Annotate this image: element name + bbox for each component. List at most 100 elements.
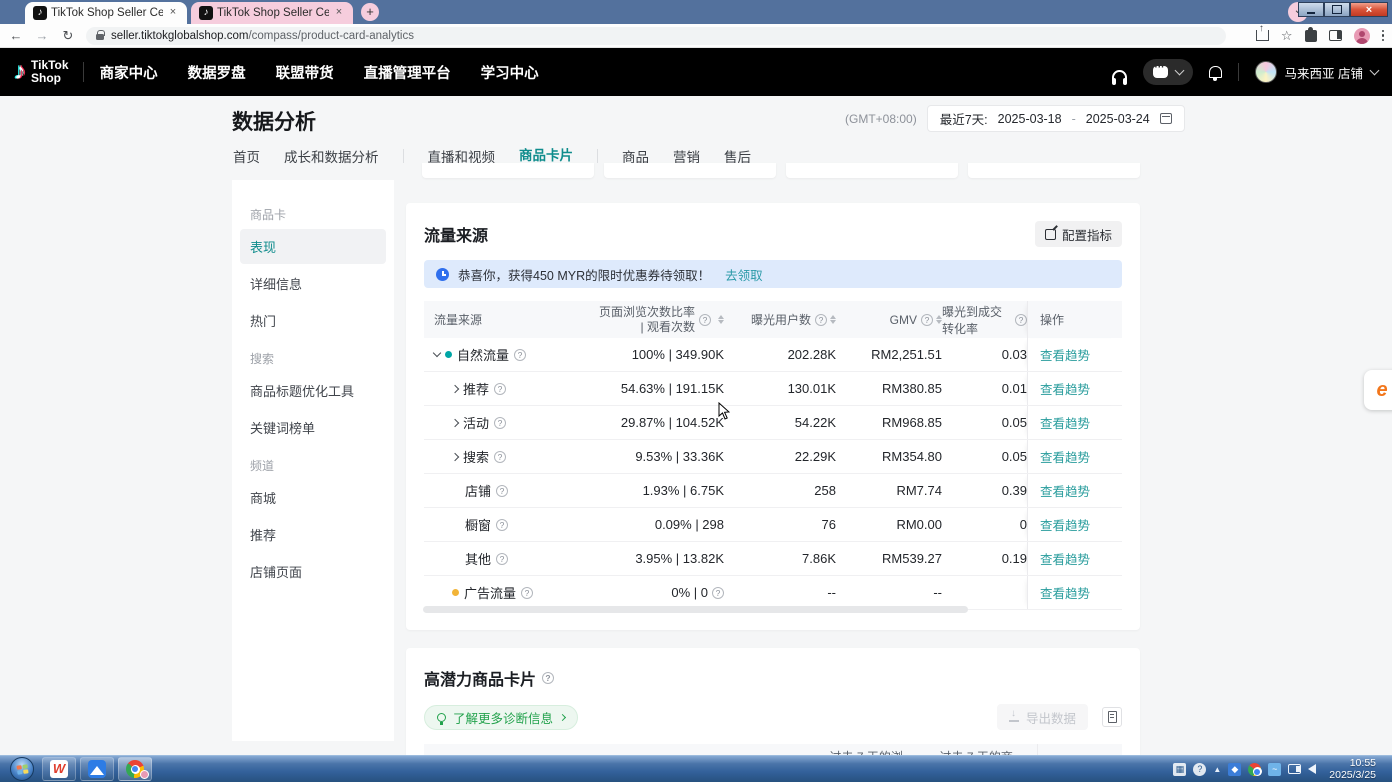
forward-button[interactable]: →: [34, 28, 50, 43]
tiktok-shop-logo[interactable]: TikTokShop: [14, 58, 69, 86]
view-trend-link[interactable]: 查看趋势: [1040, 515, 1090, 534]
floating-helper-widget[interactable]: [1364, 370, 1392, 410]
windows-flag-icon: [16, 764, 28, 774]
tray-expand-icon[interactable]: [1213, 765, 1221, 774]
info-icon[interactable]: [699, 314, 711, 326]
sidebar-item-performance[interactable]: 表现: [240, 229, 386, 264]
horizontal-scrollbar[interactable]: [423, 606, 968, 613]
table-row-activity: 活动 29.87% | 104.52K 54.22K RM968.85 0.05…: [424, 406, 1122, 440]
view-trend-link[interactable]: 查看趋势: [1040, 447, 1090, 466]
back-button[interactable]: ←: [8, 28, 24, 43]
info-icon[interactable]: [521, 587, 533, 599]
info-icon[interactable]: [494, 451, 506, 463]
tray-toolbox-icon[interactable]: ▦: [1173, 763, 1186, 776]
collapse-caret-icon[interactable]: [433, 349, 441, 357]
browser-tab-active[interactable]: ♪ TikTok Shop Seller Center | Cr: [25, 2, 187, 24]
tray-app-blue-icon[interactable]: ◆: [1228, 763, 1241, 776]
info-icon[interactable]: [1015, 314, 1027, 326]
browser-tab-inactive[interactable]: ♪ TikTok Shop Seller Center | Cr: [191, 2, 353, 24]
address-bar[interactable]: seller.tiktokglobalshop.com/compass/prod…: [86, 27, 1226, 45]
lock-icon: [96, 34, 104, 40]
sidebar-item-trending[interactable]: 热门: [240, 303, 386, 338]
tab-home[interactable]: 首页: [233, 146, 260, 175]
configure-metrics-button[interactable]: 配置指标: [1035, 221, 1122, 247]
info-icon[interactable]: [496, 519, 508, 531]
new-tab-button[interactable]: [361, 3, 379, 21]
table-row-showcase: 橱窗 0.09% | 298 76 RM0.00 0 查看趋势: [424, 508, 1122, 542]
info-icon[interactable]: [496, 553, 508, 565]
sidebar-item-mall[interactable]: 商城: [240, 480, 386, 515]
expand-caret-icon[interactable]: [451, 452, 459, 460]
chevron-right-icon: [559, 713, 566, 720]
info-icon[interactable]: [712, 587, 724, 599]
ads-dot-icon: [452, 589, 459, 596]
sidebar-section-channel: 频道: [240, 451, 386, 478]
side-panel-icon[interactable]: [1329, 30, 1342, 41]
bookmark-star-icon[interactable]: [1281, 28, 1293, 44]
sidebar-item-details[interactable]: 详细信息: [240, 266, 386, 301]
nav-item-affiliate[interactable]: 联盟带货: [276, 62, 334, 83]
tab-growth-analytics[interactable]: 成长和数据分析: [284, 146, 379, 175]
url-text: seller.tiktokglobalshop.com/compass/prod…: [111, 30, 414, 42]
date-end: 2025-03-24: [1086, 112, 1150, 126]
date-range-picker[interactable]: 最近7天: 2025-03-18 - 2025-03-24: [927, 105, 1185, 132]
sidebar-item-shop-page[interactable]: 店铺页面: [240, 554, 386, 589]
view-trend-link[interactable]: 查看趋势: [1040, 583, 1090, 602]
expand-caret-icon[interactable]: [451, 418, 459, 426]
view-trend-link[interactable]: 查看趋势: [1040, 379, 1090, 398]
info-icon[interactable]: [496, 485, 508, 497]
info-icon[interactable]: [494, 383, 506, 395]
browser-menu-icon[interactable]: [1382, 30, 1385, 42]
info-icon[interactable]: [494, 417, 506, 429]
taskbar-wps-icon[interactable]: [42, 757, 76, 781]
metric-card-cut: [786, 163, 958, 178]
sidebar-item-recommend[interactable]: 推荐: [240, 517, 386, 552]
table-row-shop: 店铺 1.93% | 6.75K 258 RM7.74 0.39 查看趋势: [424, 474, 1122, 508]
store-switcher[interactable]: 马来西亚 店铺: [1255, 61, 1378, 83]
info-icon[interactable]: [514, 349, 526, 361]
info-icon[interactable]: [921, 314, 933, 326]
view-trend-link[interactable]: 查看趋势: [1040, 481, 1090, 500]
claim-coupon-link[interactable]: 去领取: [725, 265, 763, 284]
tab-close-icon[interactable]: [333, 7, 345, 19]
notifications-bell-icon[interactable]: [1209, 66, 1222, 78]
nav-item-seller-center[interactable]: 商家中心: [100, 62, 158, 83]
tiktok-top-nav: TikTokShop 商家中心 数据罗盘 联盟带货 直播管理平台 学习中心 马来…: [0, 48, 1392, 96]
view-trend-link[interactable]: 查看趋势: [1040, 345, 1090, 364]
extensions-icon[interactable]: [1305, 30, 1317, 42]
organic-dot-icon: [445, 351, 452, 358]
sidebar-section-search: 搜索: [240, 344, 386, 371]
sidebar-item-keyword-ranking[interactable]: 关键词榜单: [240, 410, 386, 445]
export-data-button[interactable]: 导出数据: [997, 704, 1088, 730]
tray-help-icon[interactable]: ?: [1193, 763, 1206, 776]
nav-item-learning-center[interactable]: 学习中心: [481, 62, 539, 83]
window-close-button[interactable]: [1350, 2, 1388, 17]
sidebar-item-title-optimizer[interactable]: 商品标题优化工具: [240, 373, 386, 408]
messages-pill[interactable]: [1143, 59, 1193, 85]
refresh-button[interactable]: ↻: [60, 28, 76, 44]
speaker-icon[interactable]: [1308, 764, 1316, 774]
nav-item-data-compass[interactable]: 数据罗盘: [188, 62, 246, 83]
info-icon[interactable]: [815, 314, 827, 326]
start-button[interactable]: [10, 757, 34, 781]
message-bubble-icon: [1153, 66, 1168, 78]
window-maximize-button[interactable]: [1324, 2, 1350, 17]
report-doc-button[interactable]: [1102, 707, 1122, 727]
nav-item-live-platform[interactable]: 直播管理平台: [364, 62, 451, 83]
taskbar-chrome-icon[interactable]: [118, 757, 152, 781]
diagnosis-info-pill[interactable]: 了解更多诊断信息: [424, 705, 578, 730]
browser-profile-avatar[interactable]: [1354, 28, 1370, 44]
view-trend-link[interactable]: 查看趋势: [1040, 549, 1090, 568]
info-icon[interactable]: [542, 672, 554, 684]
taskbar-app-icon[interactable]: [80, 757, 114, 781]
expand-caret-icon[interactable]: [451, 384, 459, 392]
tab-close-icon[interactable]: [167, 7, 179, 19]
taskbar-clock[interactable]: 10:55 2025/3/25: [1323, 757, 1382, 781]
tiktok-favicon-icon: ♪: [199, 6, 213, 20]
tray-cloud-icon[interactable]: ~: [1268, 763, 1281, 776]
window-minimize-button[interactable]: [1298, 2, 1324, 17]
support-headset-icon[interactable]: [1112, 70, 1127, 80]
tray-chrome-icon[interactable]: [1248, 763, 1261, 776]
share-icon[interactable]: [1256, 30, 1269, 41]
view-trend-link[interactable]: 查看趋势: [1040, 413, 1090, 432]
